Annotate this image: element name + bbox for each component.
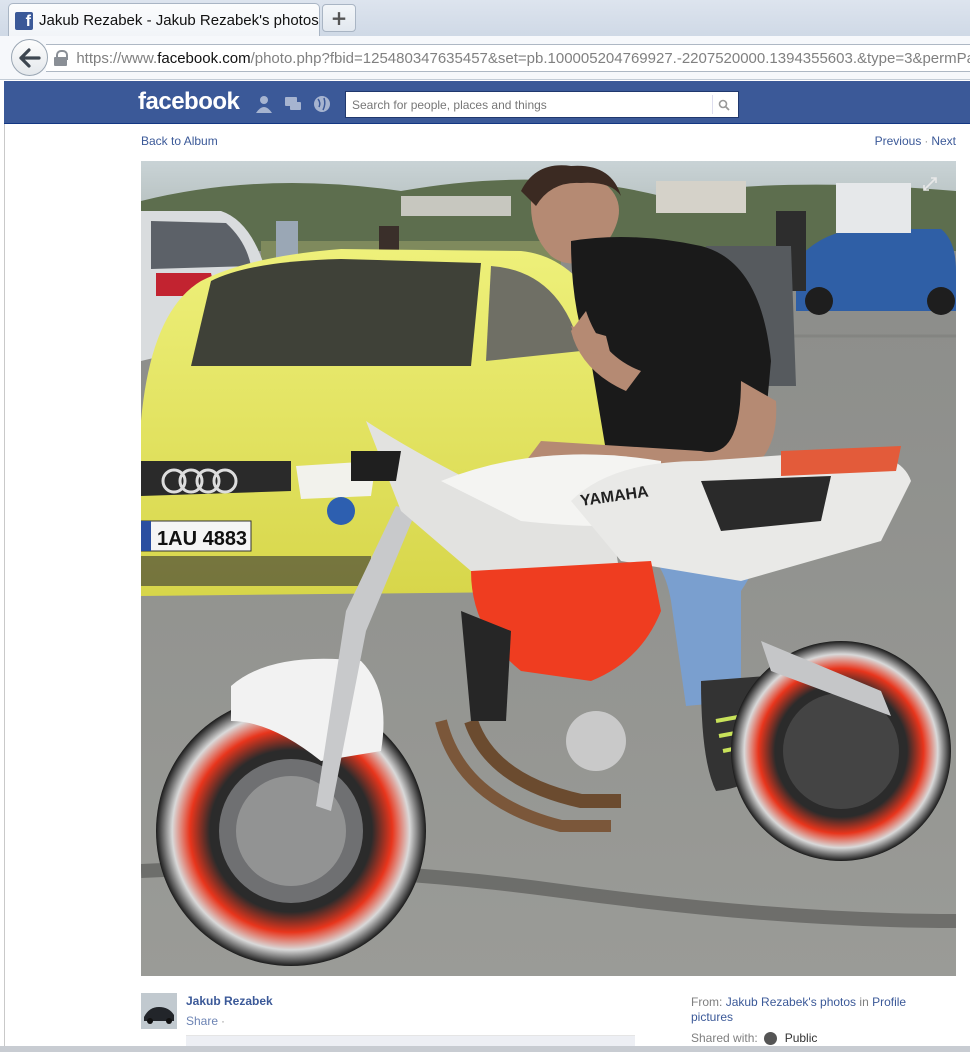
license-plate: 1AU 4883 bbox=[157, 528, 247, 550]
tab-title: Jakub Rezabek - Jakub Rezabek's photos bbox=[39, 12, 319, 29]
facebook-logo[interactable]: facebook bbox=[138, 88, 240, 116]
browser-tab-bar: f Jakub Rezabek - Jakub Rezabek's photos… bbox=[0, 0, 970, 37]
search-icon[interactable] bbox=[712, 95, 734, 114]
privacy-value[interactable]: Public bbox=[785, 1031, 818, 1045]
share-link[interactable]: Share bbox=[186, 1014, 218, 1028]
next-link[interactable]: Next bbox=[931, 134, 956, 148]
search-box[interactable] bbox=[345, 91, 739, 118]
friend-requests-icon[interactable] bbox=[255, 95, 273, 113]
facebook-header: facebook bbox=[4, 81, 970, 124]
owner-avatar[interactable] bbox=[141, 993, 177, 1029]
album-link[interactable]: Jakub Rezabek's photos bbox=[726, 995, 856, 1009]
owner-name-link[interactable]: Jakub Rezabek bbox=[186, 994, 273, 1008]
lock-icon bbox=[54, 50, 69, 66]
notifications-globe-icon[interactable] bbox=[313, 95, 331, 113]
messages-icon[interactable] bbox=[284, 95, 302, 113]
page-left-border bbox=[4, 124, 5, 1052]
share-row: Share · bbox=[186, 1014, 226, 1028]
back-button[interactable] bbox=[11, 39, 48, 76]
arrow-left-icon bbox=[18, 47, 41, 68]
browser-bottom-edge bbox=[0, 1046, 970, 1052]
back-to-album-link[interactable]: Back to Album bbox=[141, 134, 218, 148]
address-bar[interactable]: https://www.facebook.com/photo.php?fbid=… bbox=[46, 44, 970, 72]
url-text: https://www.facebook.com/photo.php?fbid=… bbox=[76, 49, 970, 67]
expand-fullscreen-icon[interactable] bbox=[922, 176, 938, 192]
privacy-info: Shared with: Public bbox=[691, 1031, 818, 1045]
facebook-favicon-icon: f bbox=[15, 11, 33, 30]
globe-icon bbox=[763, 1031, 777, 1045]
photo-illustration: 1AU 4883 YAMAHA bbox=[141, 161, 956, 976]
new-tab-button[interactable]: + bbox=[322, 4, 356, 32]
photo-pager: Previous · Next bbox=[874, 134, 956, 148]
previous-link[interactable]: Previous bbox=[875, 134, 922, 148]
main-photo[interactable]: 1AU 4883 YAMAHA bbox=[141, 161, 956, 976]
browser-nav-bar: https://www.facebook.com/photo.php?fbid=… bbox=[0, 36, 970, 80]
photo-source-info: From: Jakub Rezabek's photos in Profile … bbox=[691, 995, 907, 1024]
search-input[interactable] bbox=[352, 97, 712, 112]
browser-tab[interactable]: f Jakub Rezabek - Jakub Rezabek's photos bbox=[8, 3, 320, 37]
